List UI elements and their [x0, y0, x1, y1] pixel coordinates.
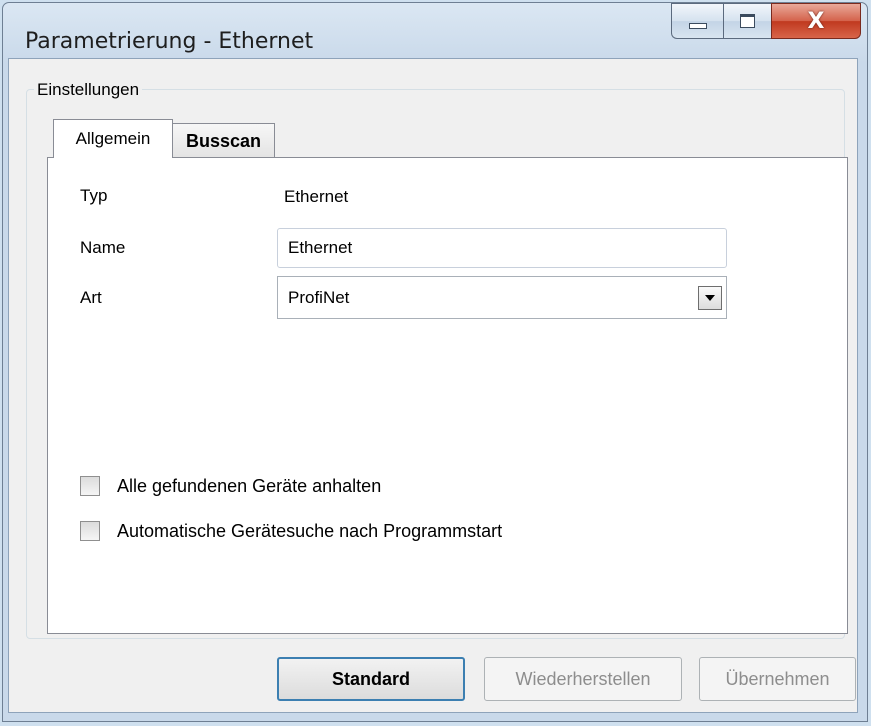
tab-allgemein[interactable]: Allgemein: [53, 119, 173, 158]
stop-devices-label[interactable]: Alle gefundenen Geräte anhalten: [117, 476, 381, 497]
apply-button[interactable]: Übernehmen: [699, 657, 856, 701]
typ-value: Ethernet: [284, 187, 349, 206]
window-title: Parametrierung - Ethernet: [25, 29, 314, 54]
auto-search-label[interactable]: Automatische Gerätesuche nach Programmst…: [117, 521, 502, 542]
stop-devices-checkbox[interactable]: [80, 476, 100, 496]
maximize-button[interactable]: [723, 3, 771, 39]
restore-button[interactable]: Wiederherstellen: [484, 657, 682, 701]
minimize-button[interactable]: [671, 3, 723, 39]
caption-buttons: X: [671, 3, 861, 41]
minimize-icon: [688, 23, 707, 29]
settings-group-label: Einstellungen: [34, 80, 143, 100]
standard-button[interactable]: Standard: [277, 657, 465, 701]
maximize-icon: [740, 14, 755, 28]
art-selected-value: ProfiNet: [288, 288, 350, 307]
chevron-down-icon[interactable]: [698, 286, 722, 310]
close-button[interactable]: X: [771, 3, 861, 39]
art-select[interactable]: ProfiNet: [277, 276, 727, 319]
typ-label: Typ: [80, 186, 108, 205]
auto-search-checkbox[interactable]: [80, 521, 100, 541]
art-label: Art: [80, 288, 102, 307]
name-input[interactable]: Ethernet: [277, 228, 727, 268]
close-icon: X: [807, 8, 825, 34]
checkbox-row-auto-search[interactable]: Automatische Gerätesuche nach Programmst…: [80, 519, 502, 543]
checkbox-row-stop-devices[interactable]: Alle gefundenen Geräte anhalten: [80, 474, 381, 498]
name-label: Name: [80, 238, 126, 257]
tab-busscan[interactable]: Busscan: [172, 123, 275, 158]
